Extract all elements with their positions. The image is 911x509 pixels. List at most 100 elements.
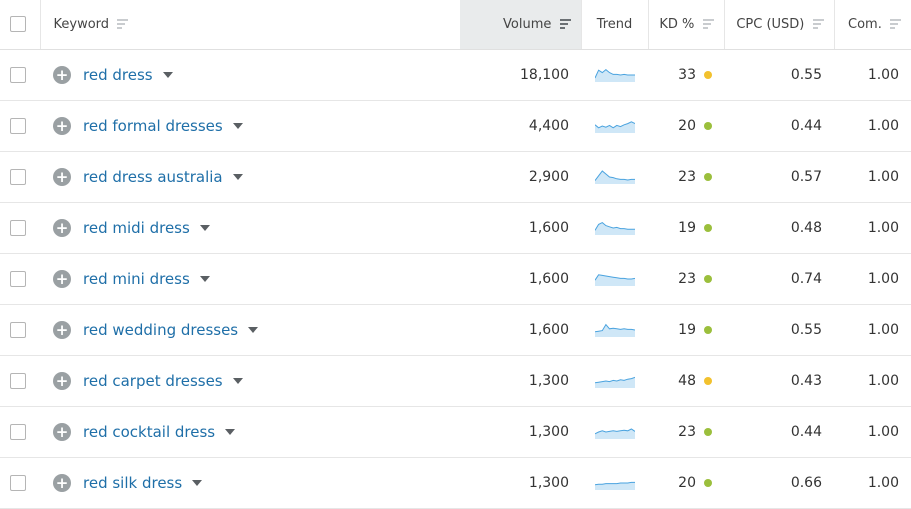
com-cell: 1.00 — [834, 100, 911, 152]
kd-cell: 33 — [648, 49, 724, 101]
cpc-cell: 0.55 — [724, 49, 834, 101]
plus-circle-icon[interactable]: + — [53, 65, 71, 84]
com-value: 1.00 — [867, 168, 899, 185]
kd-difficulty-dot — [704, 223, 712, 232]
com-value: 1.00 — [867, 219, 899, 236]
kd-difficulty-dot — [704, 376, 712, 385]
trend-sparkline — [594, 481, 635, 490]
plus-circle-icon[interactable]: + — [53, 320, 71, 339]
plus-circle-icon[interactable]: + — [53, 473, 71, 492]
table-header-row: Keyword Volume Trend KD % CPC (USD) Com. — [0, 0, 911, 50]
com-value: 1.00 — [867, 66, 899, 83]
kd-value: 33 — [678, 66, 696, 83]
volume-value: 18,100 — [520, 66, 569, 83]
plus-circle-icon[interactable]: + — [53, 269, 71, 288]
com-cell: 1.00 — [834, 355, 911, 407]
sort-icon[interactable] — [117, 19, 129, 30]
row-checkbox[interactable] — [10, 219, 26, 236]
kd-cell: 23 — [648, 151, 724, 203]
sparkline-area — [594, 274, 635, 286]
com-cell: 1.00 — [834, 253, 911, 305]
kd-difficulty-dot — [704, 478, 712, 487]
keyword-link[interactable]: red midi dress — [83, 219, 190, 237]
kd-difficulty-dot — [704, 325, 712, 334]
caret-down-icon[interactable] — [232, 122, 243, 129]
row-checkbox[interactable] — [10, 321, 26, 338]
cpc-cell: 0.57 — [724, 151, 834, 203]
cpc-header-label: CPC (USD) — [736, 16, 805, 32]
com-column-header[interactable]: Com. — [833, 0, 911, 50]
volume-column-header[interactable]: Volume — [460, 0, 581, 50]
cpc-cell: 0.55 — [724, 304, 834, 356]
caret-down-icon[interactable] — [225, 428, 236, 435]
kd-difficulty-dot — [704, 172, 712, 181]
row-checkbox[interactable] — [10, 423, 26, 440]
keyword-link[interactable]: red mini dress — [83, 270, 190, 288]
caret-down-icon[interactable] — [162, 71, 173, 78]
keyword-cell: + red formal dresses — [40, 100, 460, 152]
trend-sparkline — [594, 273, 635, 286]
keyword-link[interactable]: red dress — [83, 66, 153, 84]
table-row: + red carpet dresses 1,300 48 0.43 1.00 — [0, 355, 911, 407]
com-value: 1.00 — [867, 117, 899, 134]
sort-icon[interactable] — [702, 19, 714, 30]
keyword-column-header[interactable]: Keyword — [39, 0, 460, 50]
volume-cell: 4,400 — [460, 100, 581, 152]
caret-down-icon[interactable] — [192, 479, 203, 486]
table-row: + red dress 18,100 33 0.55 1.00 — [0, 49, 911, 101]
cpc-column-header[interactable]: CPC (USD) — [723, 0, 834, 50]
keyword-link[interactable]: red carpet dresses — [83, 372, 223, 390]
cpc-cell: 0.44 — [724, 100, 834, 152]
row-checkbox[interactable] — [10, 168, 26, 185]
keyword-link[interactable]: red silk dress — [83, 474, 182, 492]
caret-down-icon[interactable] — [232, 173, 243, 180]
plus-circle-icon[interactable]: + — [53, 422, 71, 441]
caret-down-icon[interactable] — [199, 224, 210, 231]
plus-circle-icon[interactable]: + — [53, 116, 71, 135]
sort-icon[interactable] — [812, 19, 824, 30]
row-checkbox[interactable] — [10, 117, 26, 134]
keyword-link[interactable]: red dress australia — [83, 168, 223, 186]
kd-value: 19 — [678, 219, 696, 236]
kd-cell: 20 — [648, 457, 724, 509]
caret-down-icon[interactable] — [248, 326, 259, 333]
cpc-cell: 0.43 — [724, 355, 834, 407]
trend-sparkline — [594, 427, 635, 439]
cpc-value: 0.74 — [790, 270, 822, 287]
plus-circle-icon[interactable]: + — [53, 218, 71, 237]
caret-down-icon[interactable] — [232, 377, 243, 384]
com-header-label: Com. — [848, 16, 882, 32]
sort-icon[interactable] — [890, 19, 901, 30]
cpc-value: 0.55 — [790, 66, 822, 83]
trend-sparkline — [594, 169, 635, 184]
select-all-checkbox[interactable] — [10, 16, 26, 33]
keyword-link[interactable]: red formal dresses — [83, 117, 223, 135]
kd-cell: 20 — [648, 100, 724, 152]
row-checkbox[interactable] — [10, 474, 26, 491]
plus-circle-icon[interactable]: + — [53, 167, 71, 186]
keyword-cell: + red carpet dresses — [40, 355, 460, 407]
kd-header-label: KD % — [659, 16, 695, 32]
row-checkbox[interactable] — [10, 372, 26, 389]
keyword-cell: + red dress — [40, 49, 460, 101]
keyword-link[interactable]: red wedding dresses — [83, 321, 238, 339]
cpc-value: 0.48 — [790, 219, 822, 236]
plus-circle-icon[interactable]: + — [53, 371, 71, 390]
row-checkbox[interactable] — [10, 66, 26, 83]
cpc-cell: 0.44 — [724, 406, 834, 458]
cpc-cell: 0.48 — [724, 202, 834, 254]
volume-cell: 1,300 — [460, 457, 581, 509]
caret-down-icon[interactable] — [199, 275, 210, 282]
kd-value: 19 — [678, 321, 696, 338]
row-select-cell — [0, 151, 40, 203]
keyword-table: Keyword Volume Trend KD % CPC (USD) Com.… — [0, 0, 911, 509]
row-checkbox[interactable] — [10, 270, 26, 287]
cpc-value: 0.44 — [790, 423, 822, 440]
kd-column-header[interactable]: KD % — [647, 0, 724, 50]
keyword-header-label: Keyword — [53, 16, 110, 32]
keyword-link[interactable]: red cocktail dress — [83, 423, 215, 441]
keyword-cell: + red dress australia — [40, 151, 460, 203]
volume-value: 2,900 — [528, 168, 569, 185]
volume-value: 1,600 — [528, 219, 569, 236]
sort-active-icon[interactable] — [559, 19, 571, 30]
